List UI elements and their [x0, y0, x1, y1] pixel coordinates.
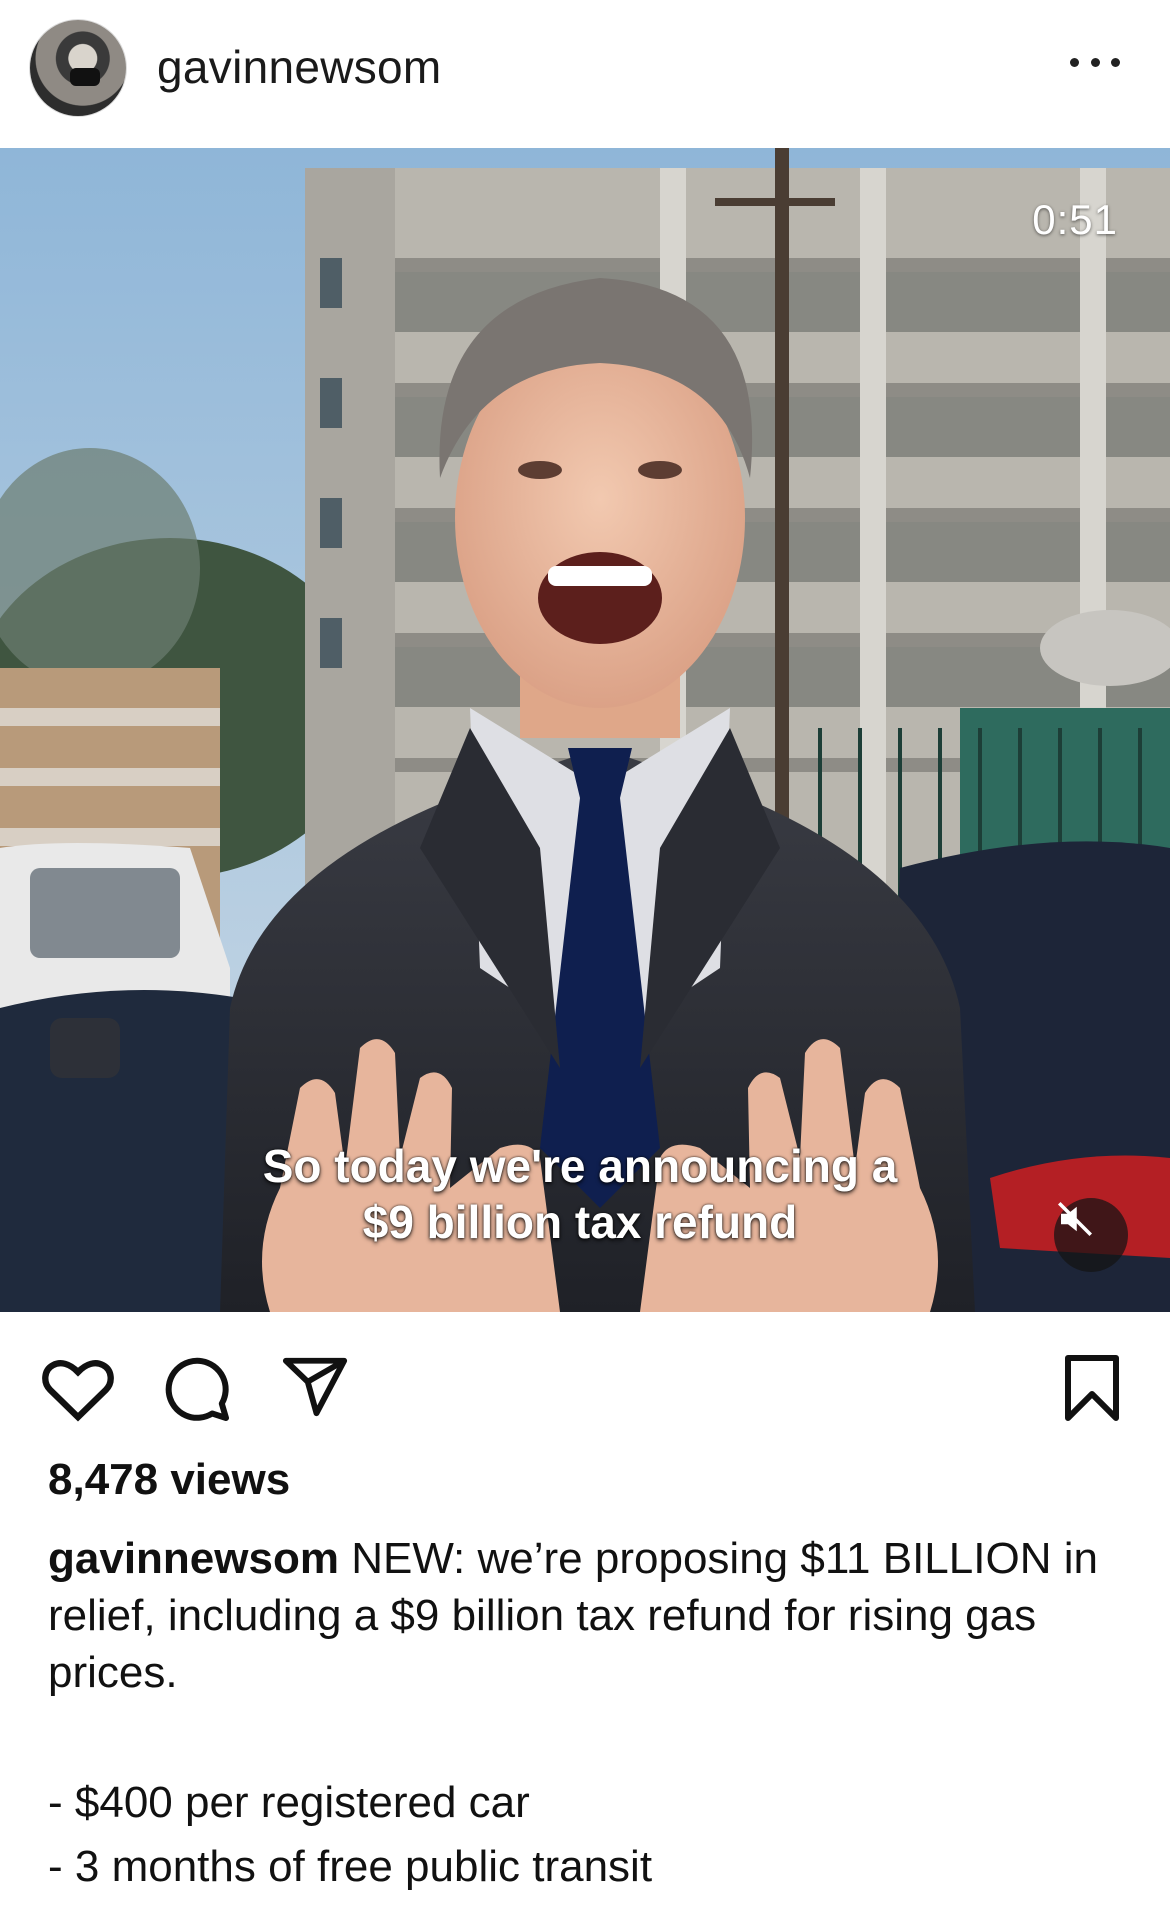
paper-plane-icon[interactable] [280, 1352, 350, 1422]
action-bar [0, 1312, 1170, 1452]
face-mask [70, 68, 100, 86]
muted-speaker-icon [1058, 1202, 1092, 1236]
subtitle-line-1: So today we're announcing a [262, 1140, 898, 1192]
more-horizontal-icon[interactable] [1070, 54, 1120, 70]
mute-button[interactable] [1054, 1198, 1128, 1272]
video-subtitle: So today we're announcing a $9 billion t… [170, 1138, 990, 1250]
view-count[interactable]: 8,478 views [48, 1455, 290, 1505]
post-header: gavinnewsom [0, 0, 1170, 148]
caption-author[interactable]: gavinnewsom [48, 1534, 339, 1583]
subtitle-line-2: $9 billion tax refund [362, 1196, 798, 1248]
post-caption: gavinnewsom NEW: we’re proposing $11 BIL… [48, 1530, 1128, 1899]
comment-icon[interactable] [160, 1352, 232, 1424]
heart-icon[interactable] [40, 1352, 116, 1422]
video-timer: 0:51 [1032, 196, 1118, 243]
avatar[interactable] [30, 20, 126, 116]
caption-bullet: - 3 months of free public transit [48, 1842, 653, 1891]
video-player[interactable]: 0:51 So today we're announcing a $9 bill… [0, 148, 1170, 1312]
post-username[interactable]: gavinnewsom [157, 40, 442, 94]
caption-paragraph: gavinnewsom NEW: we’re proposing $11 BIL… [48, 1530, 1128, 1701]
caption-bullet: - $400 per registered car [48, 1778, 530, 1827]
bookmark-icon[interactable] [1062, 1352, 1122, 1424]
